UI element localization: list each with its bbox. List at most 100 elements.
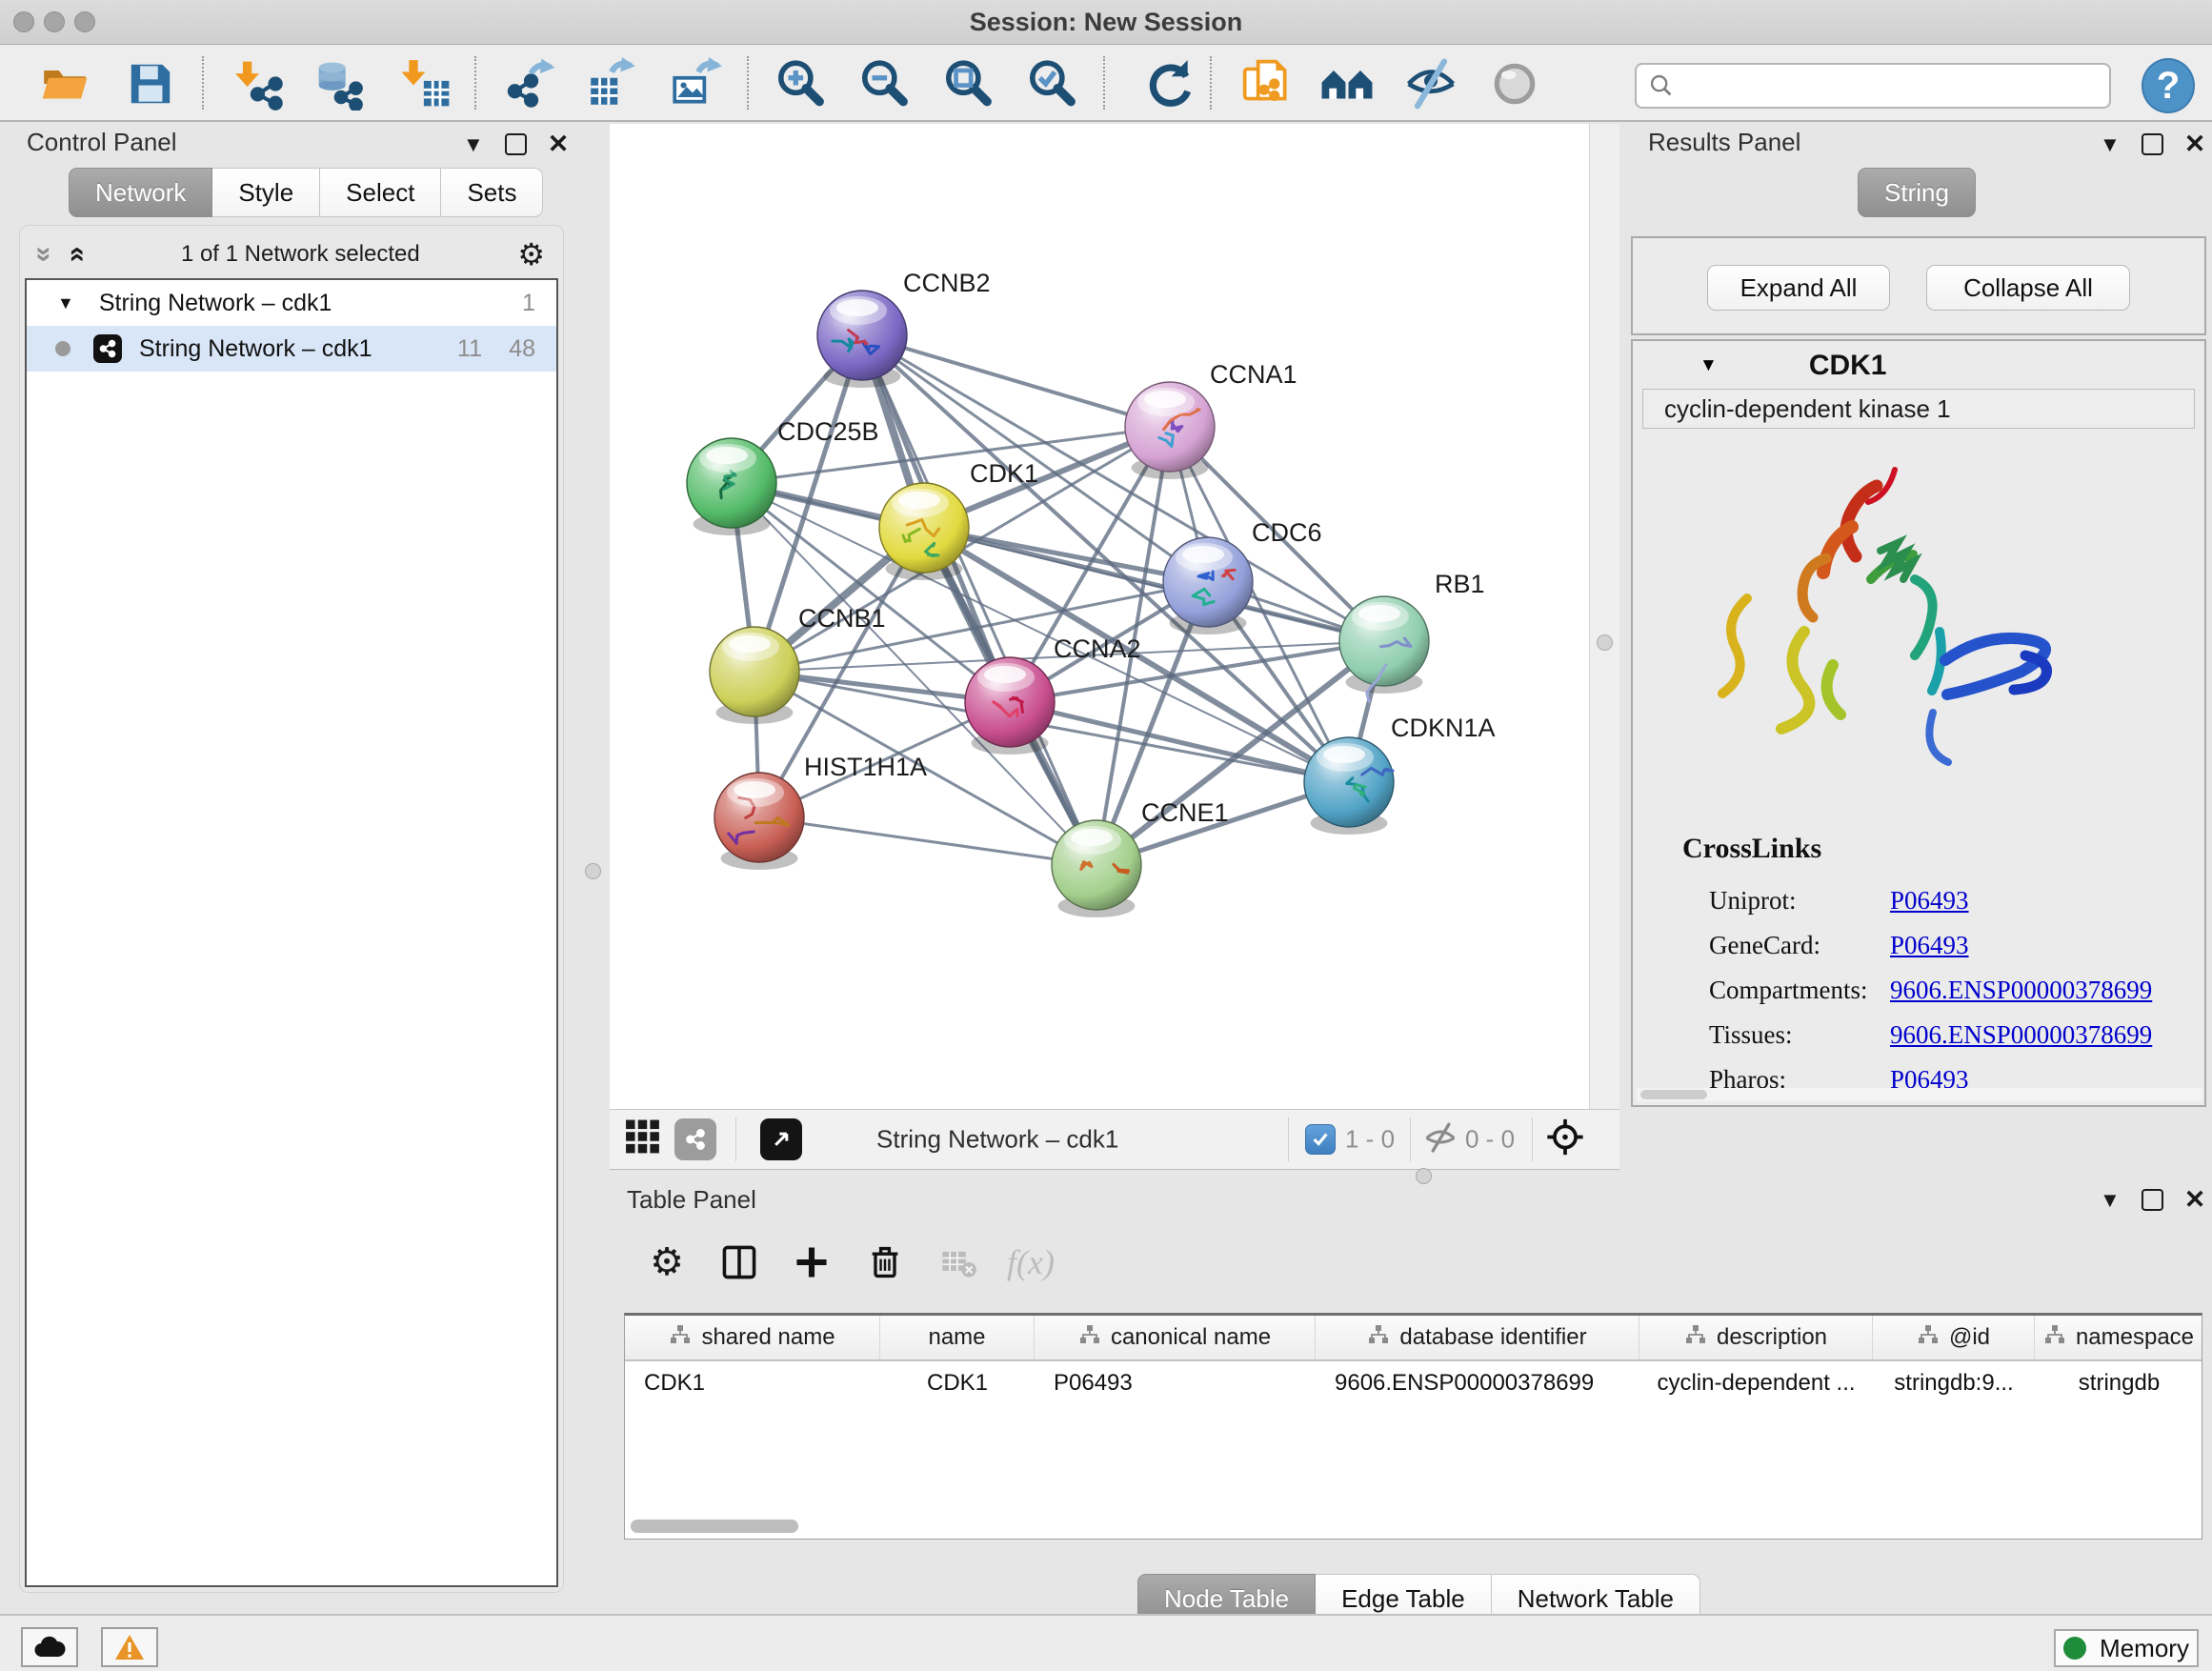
network-thumbnail-icon[interactable] (674, 1118, 716, 1160)
import-network-file-button[interactable] (229, 53, 290, 114)
tree-expander-icon[interactable]: ▼ (57, 293, 74, 313)
show-all-networks-button[interactable] (1317, 53, 1377, 114)
column-header-namespace[interactable]: namespace (2035, 1316, 2202, 1359)
column-header-database-identifier[interactable]: database identifier (1316, 1316, 1639, 1359)
panel-close-icon[interactable]: ✕ (2184, 130, 2206, 159)
style-documents-icon (1240, 57, 1294, 111)
grid-view-icon[interactable] (625, 1119, 661, 1160)
node-label-cdkn1a: CDKN1A (1391, 714, 1496, 742)
delete-column-button[interactable] (855, 1235, 915, 1290)
crosslink-value-link[interactable]: 9606.ENSP00000378699 (1890, 976, 2152, 1004)
help-button[interactable]: ? (2142, 58, 2195, 113)
function-builder-disabled: f(x) (1000, 1235, 1061, 1290)
show-columns-button[interactable] (709, 1235, 770, 1290)
search-field[interactable] (1635, 63, 2111, 109)
zoom-in-button[interactable] (770, 53, 831, 114)
panel-collapse-icon[interactable]: ▼ (463, 132, 484, 157)
crosslink-value-link[interactable]: P06493 (1890, 931, 1969, 959)
crosslink-label: Uniprot: (1682, 886, 1890, 916)
cloud-status-button[interactable] (21, 1627, 78, 1667)
network-canvas[interactable]: CCNB2CCNA1CDC25BCDK1CDC6RB1CCNB1CCNA2CDK… (610, 124, 1589, 1109)
update-network-button[interactable] (1139, 53, 1200, 114)
panel-float-icon[interactable] (2142, 133, 2163, 155)
export-network-button[interactable] (499, 53, 560, 114)
memory-button[interactable]: Memory (2054, 1629, 2199, 1667)
left-splitter-handle[interactable] (585, 863, 601, 879)
protein-structure-image (1690, 436, 2100, 822)
apply-style-button[interactable] (1237, 53, 1297, 114)
network-edge[interactable] (862, 335, 1170, 427)
network-edge[interactable] (759, 817, 1096, 865)
node-gloss (898, 492, 940, 509)
table-cell: stringdb (2035, 1370, 2202, 1397)
zoom-fit-button[interactable] (937, 53, 998, 114)
column-header--id[interactable]: @id (1873, 1316, 2035, 1359)
network-view[interactable]: CCNB2CCNA1CDC25BCDK1CDC6RB1CCNB1CCNA2CDK… (610, 124, 1589, 1109)
tab-network[interactable]: Network (69, 168, 212, 217)
export-table-icon (585, 57, 638, 111)
export-image-button[interactable] (665, 53, 726, 114)
collapse-all-networks-icon[interactable]: » (61, 247, 90, 263)
network-edge-count: 48 (509, 335, 535, 363)
save-session-button[interactable] (120, 53, 181, 114)
column-header-shared-name[interactable]: shared name (625, 1316, 880, 1359)
create-column-button[interactable] (781, 1235, 842, 1290)
panel-close-icon[interactable]: ✕ (2184, 1185, 2206, 1215)
memory-status-dot (2063, 1637, 2086, 1660)
network-node-count: 11 (457, 335, 482, 363)
horizontal-splitter-handle[interactable] (1416, 1168, 1432, 1184)
network-collection-row[interactable]: ▼ String Network – cdk1 1 (27, 280, 556, 326)
selected-checkbox-icon[interactable] (1305, 1124, 1336, 1155)
network-options-gear-icon[interactable]: ⚙ (517, 239, 545, 270)
crosslink-value-link[interactable]: 9606.ENSP00000378699 (1890, 1020, 2152, 1049)
table-scrollbar-thumb[interactable] (631, 1520, 798, 1533)
collapse-all-button[interactable]: Collapse All (1926, 265, 2130, 311)
column-header-description[interactable]: description (1639, 1316, 1873, 1359)
results-scrollbar[interactable] (1637, 1088, 2202, 1101)
zoom-out-button[interactable] (854, 53, 915, 114)
tree-column-icon (2043, 1323, 2066, 1353)
table-cell: cyclin-dependent ... (1639, 1370, 1873, 1397)
zoom-selected-button[interactable] (1021, 53, 1082, 114)
node-gloss (734, 781, 775, 798)
toolbar-separator (1103, 56, 1105, 110)
protein-section-header[interactable]: ▼ CDK1 (1637, 345, 2201, 387)
table-row[interactable]: CDK1CDK1P064939606.ENSP00000378699cyclin… (625, 1361, 2202, 1405)
column-header-name[interactable]: name (880, 1316, 1035, 1359)
tab-sets[interactable]: Sets (441, 168, 543, 217)
open-session-button[interactable] (34, 53, 95, 114)
network-row-selected[interactable]: String Network – cdk1 11 48 (27, 326, 556, 372)
panel-collapse-icon[interactable]: ▼ (2100, 132, 2121, 157)
import-table-button[interactable] (396, 53, 457, 114)
warnings-button[interactable] (101, 1627, 158, 1667)
search-input[interactable] (1675, 66, 2109, 106)
tab-select[interactable]: Select (320, 168, 441, 217)
plus-icon (793, 1243, 831, 1281)
birds-eye-view-icon[interactable] (760, 1118, 802, 1160)
tab-string[interactable]: String (1858, 168, 1976, 217)
panel-float-icon[interactable] (2142, 1189, 2163, 1211)
expand-all-networks-icon[interactable]: » (30, 247, 58, 263)
right-splitter-handle[interactable] (1597, 634, 1613, 651)
table-panel-title: Table Panel (627, 1185, 756, 1215)
network-view-toolbar: String Network – cdk1 1 - 0 0 - 0 (610, 1109, 1619, 1170)
table-scrollbar[interactable] (629, 1519, 2196, 1534)
import-network-database-button[interactable] (311, 53, 372, 114)
panel-float-icon[interactable] (505, 133, 527, 155)
panel-collapse-icon[interactable]: ▼ (2100, 1188, 2121, 1213)
expand-all-button[interactable]: Expand All (1707, 265, 1890, 311)
results-scrollbar-thumb[interactable] (1640, 1090, 1707, 1099)
column-header-canonical-name[interactable]: canonical name (1035, 1316, 1316, 1359)
tab-style[interactable]: Style (212, 168, 320, 217)
section-expander-icon[interactable]: ▼ (1699, 355, 1718, 376)
network-edge[interactable] (1010, 702, 1349, 782)
crosslink-label: Compartments: (1682, 976, 1890, 1005)
panel-close-icon[interactable]: ✕ (548, 130, 570, 159)
export-table-button[interactable] (581, 53, 642, 114)
table-cell: P06493 (1035, 1370, 1316, 1397)
graphics-details-button[interactable] (1400, 53, 1461, 114)
table-options-button[interactable]: ⚙ (636, 1235, 697, 1290)
network-edge[interactable] (862, 335, 1096, 865)
fit-selected-crosshair-icon[interactable] (1545, 1117, 1585, 1162)
crosslink-value-link[interactable]: P06493 (1890, 886, 1969, 915)
